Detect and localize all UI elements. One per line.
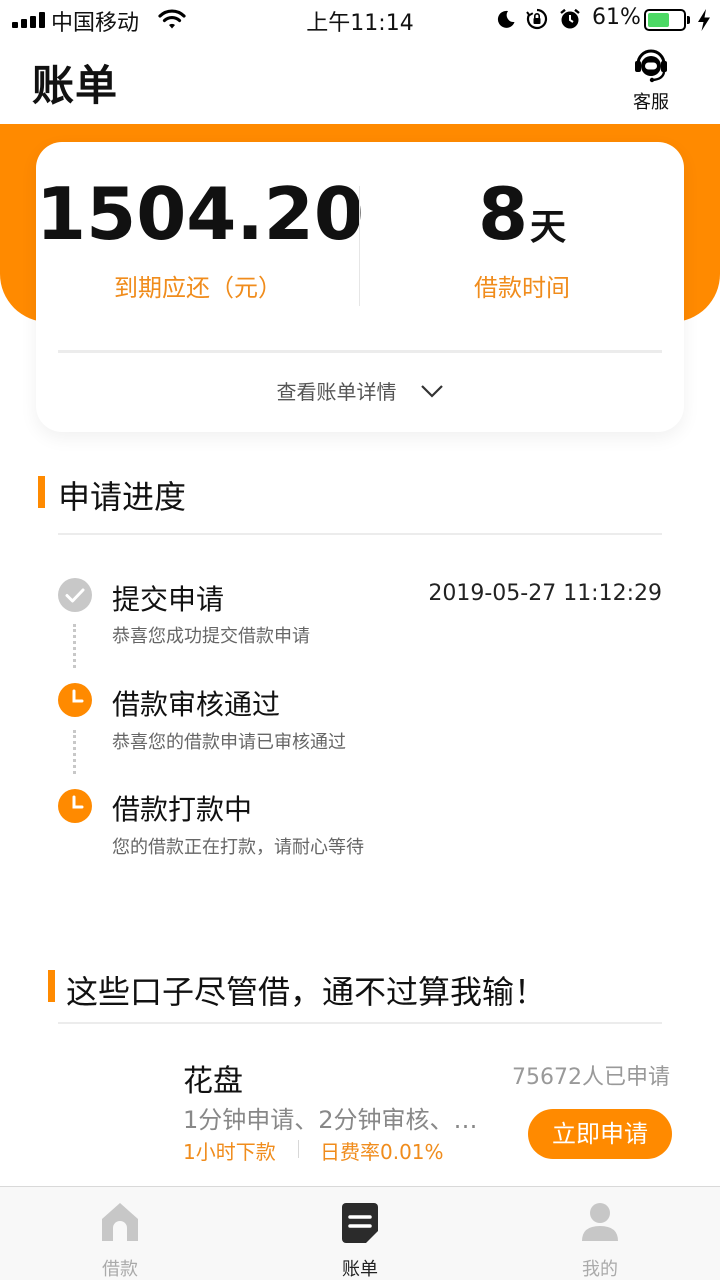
product-name: 花盘	[183, 1064, 243, 1099]
recommend-divider	[58, 1022, 662, 1024]
apply-now-button[interactable]: 立即申请	[528, 1109, 672, 1159]
rotation-lock-icon	[526, 8, 548, 30]
house-icon	[102, 1203, 138, 1241]
step-title-submit: 提交申请	[112, 583, 225, 616]
customer-service-label: 客服	[633, 92, 669, 113]
progress-divider	[58, 533, 662, 535]
status-bar: 中国移动 上午11:14 61%	[0, 0, 720, 40]
step-time-submit: 2019-05-27 11:12:29	[428, 581, 662, 606]
battery-icon	[644, 9, 690, 31]
tab-bill[interactable]: 账单	[240, 1187, 480, 1280]
step-title-disbursing: 借款打款中	[112, 793, 253, 826]
product-tag-rate: 日费率0.01%	[320, 1140, 444, 1164]
tab-bill-label: 账单	[342, 1259, 378, 1280]
battery-level-fill	[648, 13, 669, 27]
loan-days-unit: 天	[530, 207, 567, 248]
page-title: 账单	[32, 61, 119, 110]
progress-section-accent	[38, 476, 45, 508]
product-tag-speed: 1小时下款	[183, 1140, 276, 1164]
loan-days: 8天	[360, 172, 684, 256]
amount-due-label: 到期应还（元）	[114, 274, 282, 302]
moon-icon	[497, 10, 515, 28]
tab-loan-label: 借款	[102, 1259, 138, 1280]
progress-section-title: 申请进度	[58, 478, 187, 516]
view-bill-details-button[interactable]: 查看账单详情	[36, 376, 684, 408]
clock-icon	[58, 789, 92, 823]
loan-days-label: 借款时间	[474, 274, 570, 302]
headset-icon	[635, 49, 667, 83]
product-tag-separator	[298, 1140, 299, 1158]
tab-profile-label: 我的	[582, 1259, 618, 1280]
bottom-tab-bar: 借款 账单 我的	[0, 1186, 720, 1280]
step-connector	[73, 730, 76, 774]
customer-service-button[interactable]: 客服	[624, 46, 678, 116]
amount-due-value: 1504.20	[36, 172, 364, 256]
chevron-down-icon	[420, 384, 443, 398]
check-circle-icon	[58, 578, 92, 612]
tab-profile[interactable]: 我的	[480, 1187, 720, 1280]
battery-percentage: 61%	[592, 5, 641, 30]
recommend-section-accent	[48, 970, 55, 1002]
clock-icon	[58, 683, 92, 717]
card-horizontal-divider	[58, 350, 662, 353]
bill-summary-card: 1504.20 到期应还（元） 8天 借款时间 查看账单详情	[36, 142, 684, 432]
step-connector	[73, 624, 76, 668]
view-bill-details-label: 查看账单详情	[276, 380, 397, 404]
bill-icon	[342, 1203, 378, 1243]
step-subtitle-disbursing: 您的借款正在打款，请耐心等待	[112, 837, 364, 858]
tab-loan[interactable]: 借款	[0, 1187, 240, 1280]
product-description: 1分钟申请、2分钟审核、…	[183, 1106, 478, 1134]
step-subtitle-submit: 恭喜您成功提交借款申请	[112, 626, 310, 647]
recommend-section-title: 这些口子尽管借，通不过算我输！	[66, 973, 547, 1011]
step-subtitle-approved: 恭喜您的借款申请已审核通过	[112, 732, 346, 753]
loan-days-value: 8	[477, 172, 529, 256]
person-icon	[582, 1203, 618, 1241]
alarm-icon	[560, 8, 580, 29]
step-title-approved: 借款审核通过	[112, 688, 281, 721]
charging-bolt-icon	[698, 9, 710, 31]
product-applicant-count: 75672人已申请	[512, 1065, 670, 1090]
